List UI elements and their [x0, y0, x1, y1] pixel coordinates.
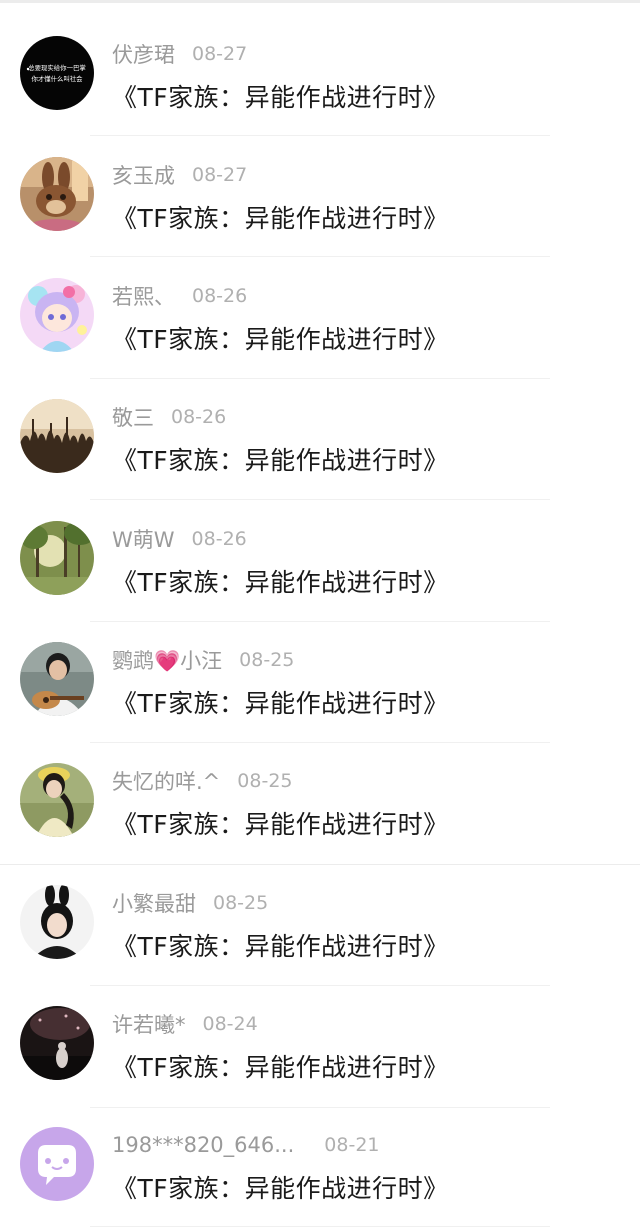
- comment-date: 08-25: [239, 649, 295, 671]
- avatar-text-line1: 总要现实给你一巴掌: [28, 63, 86, 72]
- list-item[interactable]: W萌W 08-26 《TF家族：异能作战进行时》: [0, 485, 640, 606]
- comment-date: 08-21: [324, 1134, 380, 1156]
- avatar[interactable]: [20, 763, 94, 837]
- list-item[interactable]: 若熙、 08-26 《TF家族：异能作战进行时》: [0, 242, 640, 363]
- list-item[interactable]: 198***820_646... 08-21 《TF家族：异能作战进行时》: [0, 1091, 640, 1212]
- user-name[interactable]: 鹦鹉💗小汪: [112, 645, 222, 675]
- anime-girl-avatar-icon: [20, 278, 94, 352]
- user-name[interactable]: 许若曦*: [112, 1009, 186, 1039]
- user-name[interactable]: W萌W: [112, 524, 175, 554]
- comment-meta: 许若曦* 08-24: [112, 1010, 258, 1038]
- user-name[interactable]: 亥玉成: [112, 160, 175, 190]
- comment-meta: 若熙、 08-26: [112, 282, 247, 310]
- user-name[interactable]: 小繁最甜: [112, 888, 196, 918]
- user-name[interactable]: 198***820_646...: [112, 1133, 294, 1157]
- comment-date: 08-26: [191, 528, 247, 550]
- comment-title[interactable]: 《TF家族：异能作战进行时》: [112, 441, 449, 477]
- comment-date: 08-26: [171, 406, 227, 428]
- user-name[interactable]: 伏彦珺: [112, 39, 175, 69]
- comment-date: 08-27: [192, 164, 248, 186]
- list-item[interactable]: 亥玉成 08-27 《TF家族：异能作战进行时》: [0, 121, 640, 242]
- night-scene-avatar-icon: [20, 1006, 94, 1080]
- comment-title[interactable]: 《TF家族：异能作战进行时》: [112, 199, 449, 235]
- avatar[interactable]: [20, 278, 94, 352]
- comment-meta: 伏彦珺 08-27: [112, 40, 247, 68]
- user-name[interactable]: 若熙、: [112, 281, 175, 311]
- comment-meta: 小繁最甜 08-25: [112, 889, 268, 917]
- comment-title[interactable]: 《TF家族：异能作战进行时》: [112, 805, 449, 841]
- girl-bunny-ears-avatar-icon: [20, 885, 94, 959]
- girl-yellow-hat-avatar-icon: [20, 763, 94, 837]
- user-name[interactable]: 失忆的咩.^: [112, 766, 220, 796]
- avatar[interactable]: [20, 399, 94, 473]
- user-name[interactable]: 敬三: [112, 402, 154, 432]
- divider: [90, 1226, 550, 1227]
- comment-meta: 敬三 08-26: [112, 403, 226, 431]
- default-chat-avatar-icon: [20, 1127, 94, 1201]
- avatar[interactable]: [20, 1127, 94, 1201]
- comment-title[interactable]: 《TF家族：异能作战进行时》: [112, 563, 449, 599]
- rabbit-toy-avatar-icon: [20, 157, 94, 231]
- comment-meta: 亥玉成 08-27: [112, 161, 247, 189]
- avatar-text-line2: 你才懂什么叫社会: [31, 74, 83, 83]
- avatar[interactable]: [20, 885, 94, 959]
- comment-title[interactable]: 《TF家族：异能作战进行时》: [112, 684, 449, 720]
- boy-guitar-avatar-icon: [20, 642, 94, 716]
- comment-date: 08-26: [192, 285, 248, 307]
- comment-date: 08-27: [192, 43, 248, 65]
- comment-title[interactable]: 《TF家族：异能作战进行时》: [112, 1048, 449, 1084]
- avatar[interactable]: [20, 521, 94, 595]
- comment-meta: 198***820_646... 08-21: [112, 1131, 380, 1159]
- comment-title[interactable]: 《TF家族：异能作战进行时》: [112, 927, 449, 963]
- list-item[interactable]: 总要现实给你一巴掌 你才懂什么叫社会 伏彦珺 08-27 《TF家族：异能作战进…: [0, 0, 640, 121]
- comment-meta: 鹦鹉💗小汪 08-25: [112, 646, 294, 674]
- crowd-concert-avatar-icon: [20, 399, 94, 473]
- comment-date: 08-24: [202, 1013, 258, 1035]
- list-item[interactable]: 失忆的咩.^ 08-25 《TF家族：异能作战进行时》: [0, 727, 640, 848]
- comment-date: 08-25: [213, 892, 269, 914]
- forest-sunlight-avatar-icon: [20, 521, 94, 595]
- comment-date: 08-25: [237, 770, 293, 792]
- list-item[interactable]: 鹦鹉💗小汪 08-25 《TF家族：异能作战进行时》: [0, 606, 640, 727]
- avatar[interactable]: [20, 642, 94, 716]
- comment-title[interactable]: 《TF家族：异能作战进行时》: [112, 1169, 449, 1205]
- comment-title[interactable]: 《TF家族：异能作战进行时》: [112, 320, 449, 356]
- list-item[interactable]: 许若曦* 08-24 《TF家族：异能作战进行时》: [0, 970, 640, 1091]
- comment-title[interactable]: 《TF家族：异能作战进行时》: [112, 78, 449, 114]
- avatar[interactable]: 总要现实给你一巴掌 你才懂什么叫社会: [20, 36, 94, 110]
- text-avatar-icon: 总要现实给你一巴掌 你才懂什么叫社会: [20, 36, 94, 110]
- comment-meta: 失忆的咩.^ 08-25: [112, 767, 293, 795]
- list-item[interactable]: 小繁最甜 08-25 《TF家族：异能作战进行时》: [0, 849, 640, 970]
- comment-meta: W萌W 08-26: [112, 525, 247, 553]
- avatar[interactable]: [20, 157, 94, 231]
- avatar[interactable]: [20, 1006, 94, 1080]
- list-item[interactable]: 敬三 08-26 《TF家族：异能作战进行时》: [0, 363, 640, 484]
